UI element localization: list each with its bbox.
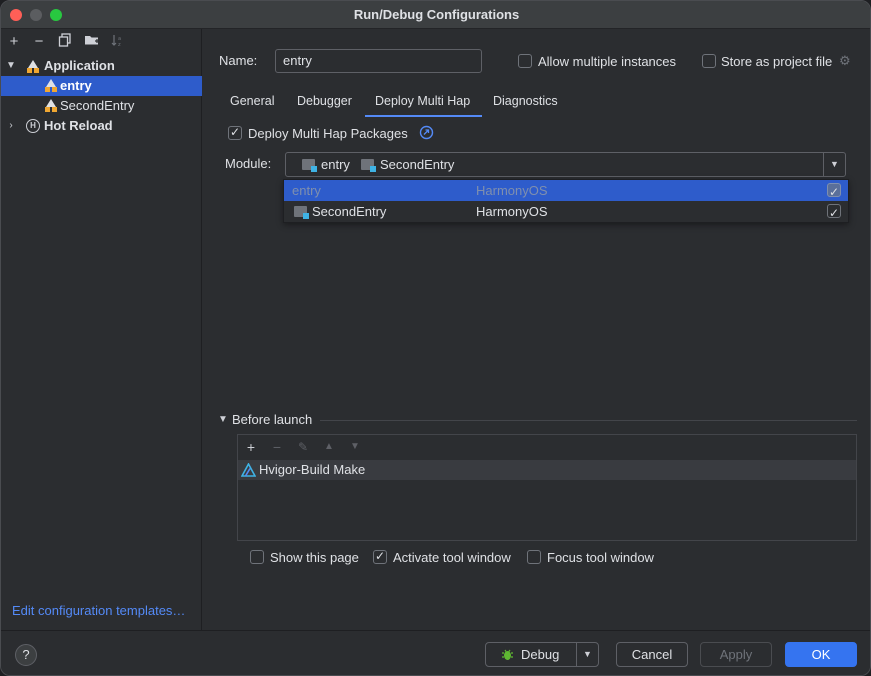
- window-title: Run/Debug Configurations: [353, 7, 520, 22]
- folder-icon[interactable]: [83, 33, 101, 51]
- tree-item-entry[interactable]: entry: [1, 76, 202, 96]
- name-label: Name:: [219, 53, 258, 68]
- tab-diagnostics[interactable]: Diagnostics: [493, 87, 558, 117]
- move-up-icon[interactable]: ▲: [320, 438, 338, 456]
- chevron-down-icon[interactable]: ▼: [217, 412, 229, 428]
- tab-general[interactable]: General: [230, 87, 274, 117]
- allow-multiple-label: Allow multiple instances: [538, 54, 677, 69]
- activate-tool-window-checkbox[interactable]: [373, 549, 387, 564]
- run-debug-dialog: Run/Debug Configurations + − az ▼ Applic…: [0, 0, 871, 676]
- tree-item-hot-reload[interactable]: › H Hot Reload: [1, 116, 202, 136]
- activate-tool-window-label: Activate tool window: [393, 550, 511, 565]
- gear-icon[interactable]: ⚙: [839, 53, 851, 69]
- edit-icon[interactable]: ✎: [294, 438, 312, 456]
- add-icon[interactable]: +: [242, 438, 260, 456]
- hvigor-icon: [241, 463, 256, 477]
- module-folder-icon: [294, 206, 309, 219]
- module-option-checkbox[interactable]: [827, 203, 841, 224]
- chevron-down-icon[interactable]: ▼: [823, 153, 845, 176]
- allow-multiple-checkbox[interactable]: [518, 54, 532, 68]
- bug-icon: [502, 649, 513, 660]
- chevron-right-icon[interactable]: ›: [5, 116, 17, 136]
- deploy-multi-hap-checkbox[interactable]: [228, 125, 242, 140]
- dialog-footer: ? Debug ▼ Cancel Apply OK: [1, 630, 870, 675]
- focus-tool-window-checkbox[interactable]: [527, 550, 541, 564]
- before-launch-task-label: Hvigor-Build Make: [259, 462, 366, 477]
- hot-reload-icon: H: [26, 119, 40, 133]
- remove-icon[interactable]: −: [268, 438, 286, 456]
- tree-item-secondentry[interactable]: SecondEntry: [1, 96, 202, 116]
- split-divider: [576, 643, 577, 666]
- before-launch-toolbar: + − ✎ ▲ ▼: [238, 435, 856, 459]
- tree-item-application[interactable]: ▼ Application: [1, 56, 202, 76]
- sidebar-toolbar: + − az: [1, 29, 202, 55]
- show-this-page-label: Show this page: [270, 550, 359, 565]
- module-dropdown-list: entry HarmonyOS SecondEntry HarmonyOS: [283, 179, 849, 224]
- show-this-page-checkbox[interactable]: [250, 550, 264, 564]
- tab-deploy-multi-hap[interactable]: Deploy Multi Hap: [365, 87, 482, 117]
- application-icon: [27, 60, 39, 73]
- configuration-icon: [45, 99, 57, 112]
- before-launch-header[interactable]: ▼ Before launch: [217, 412, 857, 428]
- sort-icon[interactable]: az: [109, 33, 127, 51]
- focus-tool-window-label: Focus tool window: [547, 550, 654, 565]
- title-bar: Run/Debug Configurations: [1, 1, 870, 29]
- store-as-project-checkbox[interactable]: [702, 54, 716, 68]
- module-folder-icon: [361, 159, 376, 172]
- debug-label: Debug: [521, 647, 560, 662]
- chevron-down-icon[interactable]: ▼: [5, 56, 17, 76]
- before-launch-task[interactable]: Hvigor-Build Make: [238, 460, 856, 480]
- separator: [320, 420, 857, 421]
- remove-icon[interactable]: −: [30, 33, 48, 51]
- chevron-down-icon[interactable]: ▼: [583, 643, 592, 666]
- module-folder-icon: [302, 159, 317, 172]
- svg-text:z: z: [118, 42, 121, 47]
- store-as-project-label: Store as project file: [721, 54, 833, 69]
- module-select[interactable]: entry SecondEntry ▼: [285, 152, 846, 177]
- copy-icon[interactable]: [56, 33, 74, 51]
- tab-debugger[interactable]: Debugger: [297, 87, 352, 117]
- module-selected-entry: entry: [321, 157, 350, 172]
- name-input[interactable]: entry: [275, 49, 482, 73]
- edit-configuration-templates-link[interactable]: Edit configuration templates…: [12, 603, 185, 618]
- module-option-os: HarmonyOS: [476, 204, 548, 219]
- module-option-name: entry: [292, 183, 321, 198]
- module-option-name: SecondEntry: [312, 204, 387, 219]
- ok-button[interactable]: OK: [785, 642, 857, 667]
- move-down-icon[interactable]: ▼: [346, 438, 364, 456]
- module-option-checkbox[interactable]: [827, 182, 841, 203]
- configuration-editor: Name: entry Allow multiple instances Sto…: [203, 29, 870, 630]
- deploy-multi-hap-label: Deploy Multi Hap Packages: [248, 126, 408, 141]
- module-label: Module:: [225, 156, 272, 171]
- tree-label-entry: entry: [60, 78, 92, 93]
- help-button[interactable]: ?: [15, 644, 37, 666]
- module-option-row[interactable]: entry HarmonyOS: [284, 180, 848, 203]
- debug-button[interactable]: Debug ▼: [485, 642, 599, 667]
- before-launch-label: Before launch: [232, 412, 313, 427]
- help-link-icon[interactable]: [419, 125, 434, 140]
- module-option-os: HarmonyOS: [476, 183, 548, 198]
- tree-label-hot-reload: Hot Reload: [44, 118, 113, 133]
- module-selected-secondentry: SecondEntry: [380, 157, 455, 172]
- configurations-sidebar: + − az ▼ Application entry SecondEntry ›…: [1, 29, 202, 630]
- before-launch-panel: + − ✎ ▲ ▼ Hvigor-Build Make: [237, 434, 857, 541]
- cancel-button[interactable]: Cancel: [616, 642, 688, 667]
- add-icon[interactable]: +: [5, 33, 23, 51]
- module-option-row[interactable]: SecondEntry HarmonyOS: [284, 201, 848, 224]
- tree-label-application: Application: [44, 58, 115, 73]
- tree-label-secondentry: SecondEntry: [60, 98, 135, 113]
- configuration-icon: [45, 79, 57, 92]
- apply-button[interactable]: Apply: [700, 642, 772, 667]
